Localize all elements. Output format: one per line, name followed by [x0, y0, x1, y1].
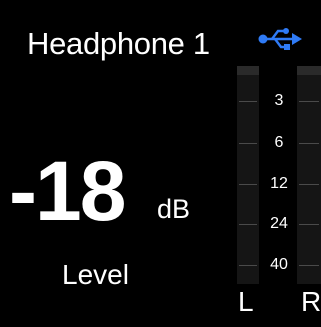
usb-icon: [258, 28, 302, 50]
scale-tick: [299, 101, 319, 102]
headphone-level-panel: Headphone 1 -18 dB Level 3 6 12 24 40 L …: [0, 0, 321, 327]
scale-label-24: 24: [270, 215, 288, 232]
scale-label-3: 3: [274, 92, 284, 109]
output-title: Headphone 1: [27, 26, 210, 61]
scale-tick: [239, 143, 257, 144]
right-channel-meter: [297, 66, 321, 284]
scale-tick: [299, 224, 319, 225]
scale-tick: [239, 265, 257, 266]
right-channel-label: R: [301, 286, 321, 317]
meter-cap: [237, 66, 259, 75]
scale-tick: [239, 184, 257, 185]
scale-tick: [299, 143, 319, 144]
scale-label-6: 6: [274, 134, 284, 151]
scale-tick: [239, 101, 257, 102]
scale-tick: [299, 184, 319, 185]
scale-label-12: 12: [270, 175, 288, 192]
level-value: -18: [9, 144, 126, 238]
level-unit: dB: [157, 194, 191, 224]
meter-cap: [297, 66, 321, 75]
level-label: Level: [62, 259, 129, 290]
left-channel-label: L: [238, 286, 254, 317]
scale-tick: [239, 224, 257, 225]
left-channel-meter: [237, 66, 259, 284]
scale-label-40: 40: [270, 256, 288, 273]
scale-tick: [299, 265, 319, 266]
